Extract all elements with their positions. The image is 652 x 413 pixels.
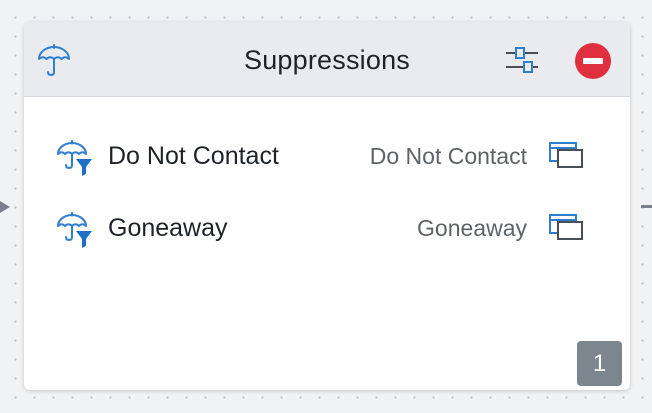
suppression-name: Goneaway: [108, 214, 228, 242]
windows-icon[interactable]: [548, 140, 586, 172]
suppression-value: Goneaway: [417, 215, 527, 241]
sliders-icon[interactable]: [502, 42, 542, 78]
list-item[interactable]: Do Not Contact Do Not Contact: [24, 128, 630, 184]
suppression-name: Do Not Contact: [108, 142, 279, 170]
suppressions-node-card[interactable]: Suppressions Do Not Contact Do Not Conta…: [24, 22, 630, 390]
card-header: Suppressions: [24, 22, 630, 97]
list-item[interactable]: Goneaway Goneaway: [24, 200, 630, 256]
umbrella-filter-icon: [56, 138, 100, 182]
minus-circle-icon[interactable]: [574, 42, 612, 80]
count-badge: 1: [577, 341, 622, 386]
umbrella-filter-icon: [56, 210, 100, 254]
windows-icon[interactable]: [548, 212, 586, 244]
input-connector-arrow[interactable]: [0, 201, 10, 213]
output-connector-line[interactable]: [641, 205, 652, 208]
suppression-value: Do Not Contact: [369, 143, 527, 169]
